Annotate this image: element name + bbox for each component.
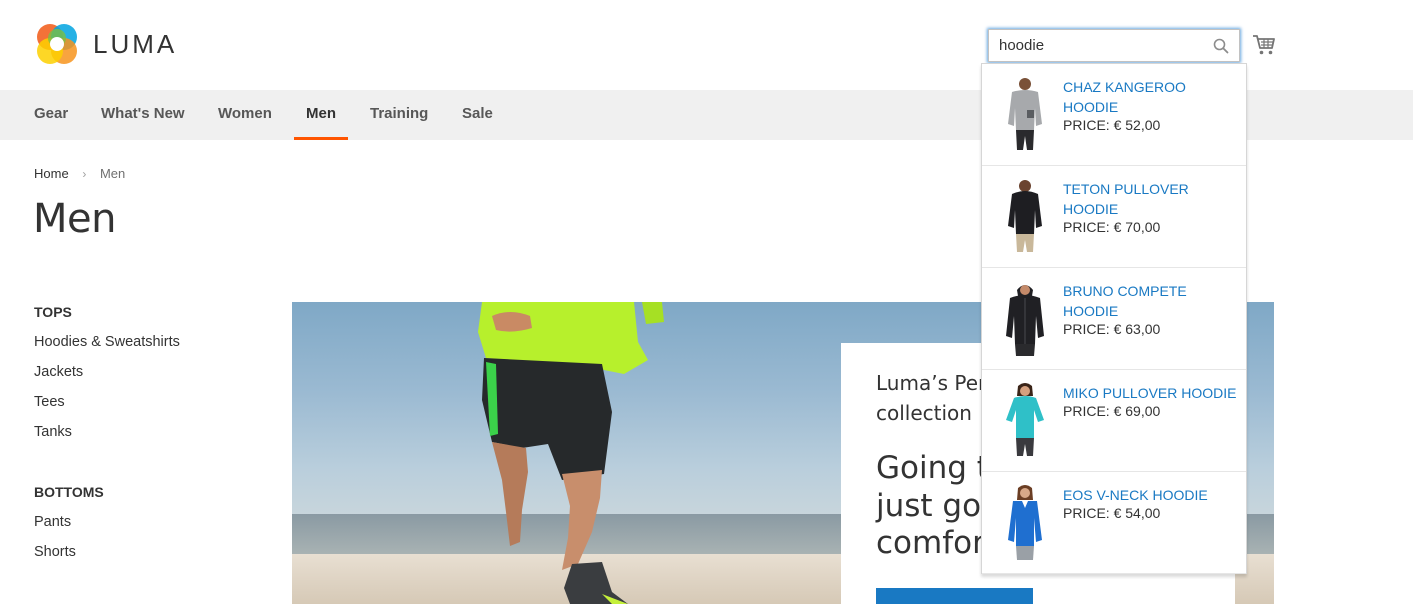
autocomplete-item[interactable]: TETON PULLOVER HOODIE PRICE: € 70,00: [982, 166, 1246, 268]
search-input[interactable]: [989, 30, 1239, 61]
nav-item-training[interactable]: Training: [370, 90, 428, 140]
promo-headline-line-2: just got: [876, 488, 994, 524]
search-box: [988, 29, 1240, 62]
promo-headline-line-1: Going t: [876, 450, 989, 486]
search-autocomplete: CHAZ KANGEROO HOODIE PRICE: € 52,00 TETO…: [981, 63, 1247, 574]
product-price: PRICE: € 63,00: [1063, 321, 1161, 337]
category-link-hoodies-sweatshirts[interactable]: Hoodies & Sweatshirts: [34, 332, 274, 362]
nav-item-whats-new[interactable]: What's New: [101, 90, 185, 140]
brand-name: LUMA: [93, 28, 178, 59]
product-name-link[interactable]: MIKO PULLOVER HOODIE: [1063, 383, 1238, 403]
product-name-link[interactable]: TETON PULLOVER HOODIE: [1063, 179, 1238, 219]
autocomplete-item[interactable]: MIKO PULLOVER HOODIE PRICE: € 69,00: [982, 370, 1246, 472]
page-title: Men: [33, 196, 116, 242]
nav-item-men[interactable]: Men: [294, 90, 348, 140]
autocomplete-item[interactable]: BRUNO COMPETE HOODIE PRICE: € 63,00: [982, 268, 1246, 370]
runner-image: [478, 302, 664, 604]
product-name-link[interactable]: BRUNO COMPETE HOODIE: [1063, 281, 1238, 321]
product-name-link[interactable]: CHAZ KANGEROO HOODIE: [1063, 77, 1238, 117]
category-sidebar: TOPS Hoodies & Sweatshirts Jackets Tees …: [34, 302, 274, 572]
category-link-shorts[interactable]: Shorts: [34, 542, 274, 572]
breadcrumb-home-link[interactable]: Home: [34, 166, 69, 181]
breadcrumb: Home › Men: [34, 166, 125, 181]
autocomplete-item[interactable]: CHAZ KANGEROO HOODIE PRICE: € 52,00: [982, 64, 1246, 166]
product-price: PRICE: € 70,00: [1063, 219, 1161, 235]
shopping-cart-icon[interactable]: [1252, 34, 1276, 56]
promo-headline-line-3: comfor: [876, 525, 985, 561]
search-icon[interactable]: [1213, 38, 1229, 54]
product-name-link[interactable]: EOS V-NECK HOODIE: [1063, 485, 1238, 505]
luma-logo[interactable]: LUMA: [34, 21, 177, 67]
promo-subtitle-line-1: Luma’s Per: [876, 371, 987, 395]
category-link-pants[interactable]: Pants: [34, 512, 274, 542]
nav-item-gear[interactable]: Gear: [34, 90, 68, 140]
breadcrumb-current: Men: [99, 166, 126, 181]
product-thumbnail: [1006, 285, 1044, 356]
breadcrumb-separator: ›: [82, 167, 87, 181]
promo-shop-button[interactable]: [876, 588, 1033, 604]
nav-item-sale[interactable]: Sale: [462, 90, 493, 140]
product-price: PRICE: € 52,00: [1063, 117, 1161, 133]
product-thumbnail: [1006, 383, 1044, 456]
product-thumbnail: [1008, 180, 1042, 252]
product-thumbnail: [1008, 485, 1042, 560]
product-price: PRICE: € 69,00: [1063, 403, 1161, 419]
category-heading-bottoms: BOTTOMS: [34, 484, 104, 500]
autocomplete-item[interactable]: EOS V-NECK HOODIE PRICE: € 54,00: [982, 472, 1246, 574]
category-group-bottoms: BOTTOMS Pants Shorts: [34, 482, 274, 572]
category-link-tanks[interactable]: Tanks: [34, 422, 274, 452]
product-thumbnail: [1008, 78, 1042, 150]
product-price: PRICE: € 54,00: [1063, 505, 1161, 521]
category-heading-tops: TOPS: [34, 304, 72, 320]
luma-logo-icon: [37, 24, 77, 64]
nav-item-women[interactable]: Women: [218, 90, 272, 140]
category-group-tops: TOPS Hoodies & Sweatshirts Jackets Tees …: [34, 302, 274, 452]
category-link-jackets[interactable]: Jackets: [34, 362, 274, 392]
category-link-tees[interactable]: Tees: [34, 392, 274, 422]
promo-subtitle-line-2: collection: [876, 401, 972, 425]
